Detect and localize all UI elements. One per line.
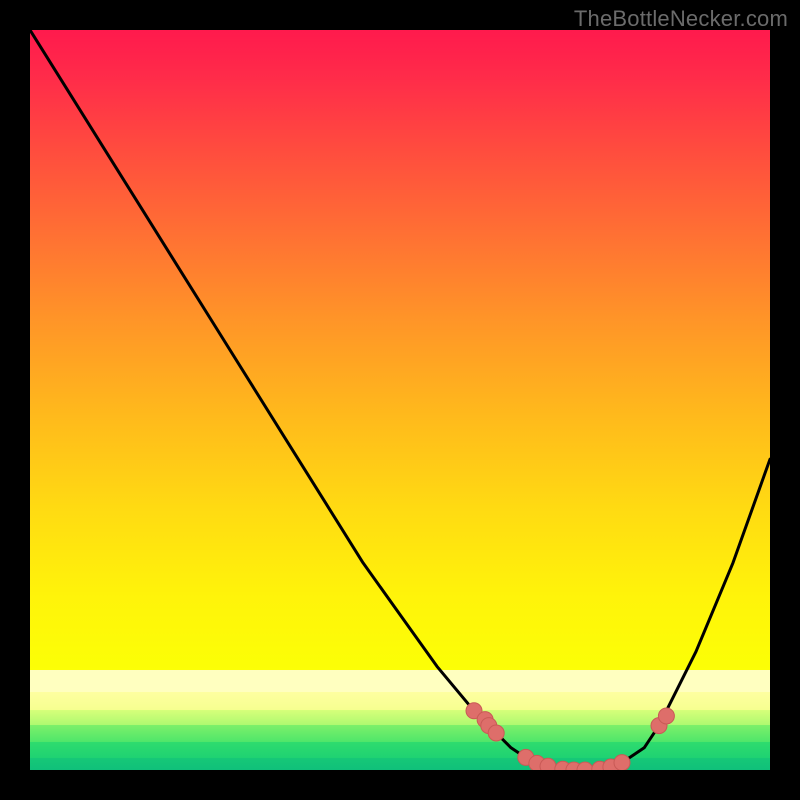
chart-stage: TheBottleNecker.com (0, 0, 800, 800)
data-point (614, 755, 630, 770)
plot-svg (30, 30, 770, 770)
data-point (540, 758, 556, 770)
attribution-label: TheBottleNecker.com (574, 6, 788, 32)
data-point (488, 725, 504, 741)
data-point (658, 708, 674, 724)
gradient-main (30, 30, 770, 670)
plot-area (30, 30, 770, 770)
